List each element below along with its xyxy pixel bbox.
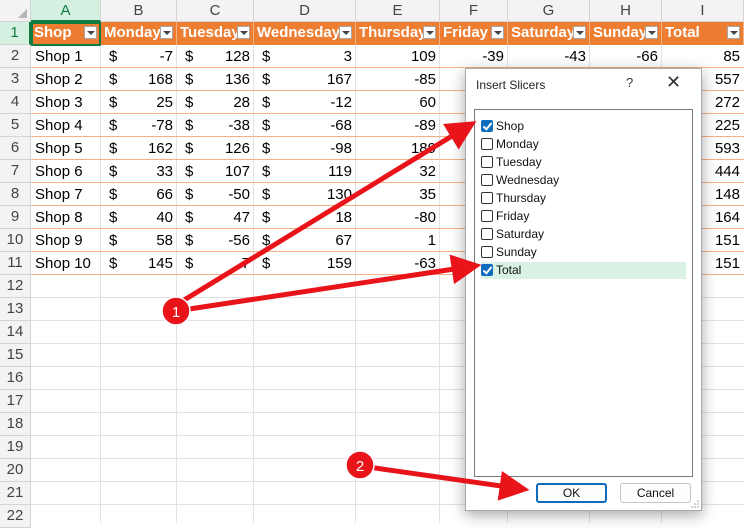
callout-arrow: [360, 463, 530, 501]
callout-badge-1: 1: [161, 296, 191, 326]
callout-arrow: [174, 121, 477, 308]
svg-text:1: 1: [172, 304, 180, 321]
callout-badge-2: 2: [345, 450, 375, 480]
callout-arrow: [175, 254, 482, 314]
annotation-overlay: 1 2: [161, 121, 530, 501]
svg-text:2: 2: [356, 458, 364, 475]
